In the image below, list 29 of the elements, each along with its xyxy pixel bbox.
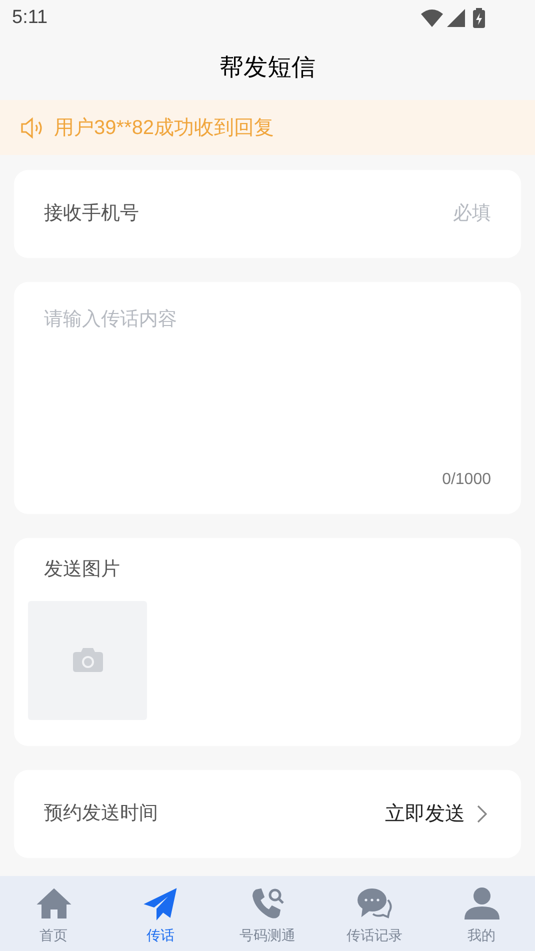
phone-input[interactable]: 必填 xyxy=(291,200,491,228)
signal-icon xyxy=(447,9,465,27)
tab-item[interactable]: 传话 xyxy=(107,876,214,951)
camera-icon xyxy=(72,648,102,672)
phone-search-icon xyxy=(250,886,286,922)
notice-text: 用户39**82成功收到回复 xyxy=(54,116,274,140)
home-icon xyxy=(36,886,72,922)
add-photo-button[interactable] xyxy=(28,600,147,720)
tab-item[interactable]: 我的 xyxy=(428,876,535,951)
chevron-right-icon xyxy=(477,805,487,823)
tab-item[interactable]: 传话记录 xyxy=(321,876,428,951)
field-label: 接收手机号 xyxy=(44,202,139,226)
tab-item[interactable]: 号码测通 xyxy=(214,876,321,951)
page-title: 帮发短信 xyxy=(220,53,316,83)
status-time: 5:11 xyxy=(12,6,48,30)
character-counter: 0/1000 xyxy=(442,470,491,490)
message-field[interactable]: 请输入传话内容 0/1000 xyxy=(14,282,521,514)
chat-bubbles-icon xyxy=(356,886,392,922)
battery-icon xyxy=(473,8,485,28)
schedule-value: 立即发送 xyxy=(385,802,465,827)
tab-item[interactable]: 首页 xyxy=(0,876,107,951)
speaker-icon xyxy=(20,116,44,138)
paper-plane-icon xyxy=(142,886,178,922)
schedule-card[interactable]: 预约发送时间 立即发送 xyxy=(14,770,521,858)
schedule-label: 预约发送时间 xyxy=(44,802,158,826)
message-input[interactable]: 请输入传话内容 xyxy=(44,306,491,468)
person-icon xyxy=(464,886,500,922)
section-label: 发送图片 xyxy=(43,558,121,582)
wifi-icon xyxy=(421,9,443,27)
